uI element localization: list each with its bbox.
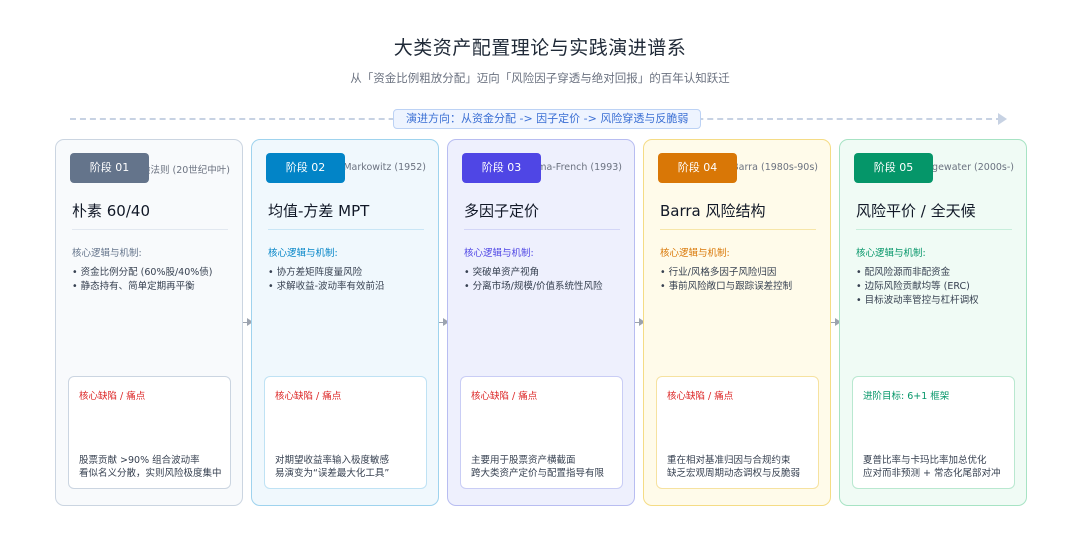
stage-divider — [268, 229, 424, 230]
stage-card: Bridgewater (2000s-) 阶段 05 风险平价 / 全天候 核心逻辑与… — [839, 139, 1027, 506]
stage-badge: 阶段 02 — [266, 153, 345, 183]
pain-point-line: 股票贡献 >90% 组合波动率 — [79, 455, 200, 466]
pain-point-line: 夏普比率与卡玛比率加总优化 — [863, 455, 987, 466]
page-subtitle: 从「资金比例粗放分配」迈向「风险因子穿透与绝对回报」的百年认知跃迁 — [350, 71, 730, 85]
stage-badge: 阶段 05 — [854, 153, 933, 183]
mechanism-item: • 静态持有、简单定期再平衡 — [72, 281, 195, 292]
mechanism-list: • 配风险源而非配资金 • 边际风险贡献均等 (ERC) • 目标波动率管控与杠杆调… — [856, 266, 979, 308]
mechanism-list: • 行业/风格多因子风险归因 • 事前风险敞口与跟踪误差控制 — [660, 266, 792, 294]
pain-point-label: 核心缺陷 / 痛点 — [275, 391, 342, 402]
mechanism-item: • 突破单资产视角 — [464, 267, 540, 278]
mechanism-item: • 求解收益-波动率有效前沿 — [268, 281, 385, 292]
pain-point-line: 缺乏宏观周期动态调权与反脆弱 — [667, 468, 801, 479]
mechanism-list: • 资金比例分配 (60%股/40%债) • 静态持有、简单定期再平衡 — [72, 266, 213, 294]
stage-card: MSCI Barra (1980s-90s) 阶段 04 Barra 风险结构 核心逻… — [643, 139, 831, 506]
pain-point-line: 对期望收益率输入极度敏感 — [275, 455, 390, 466]
mechanism-item: • 行业/风格多因子风险归因 — [660, 267, 777, 278]
pain-point-line: 易演变为“误差最大化工具” — [275, 468, 390, 479]
mechanism-item: • 事前风险敞口与跟踪误差控制 — [660, 281, 793, 292]
mechanism-item: • 目标波动率管控与杠杆调权 — [856, 295, 979, 306]
flow-direction-label: 演进方向：从资金分配 -> 因子定价 -> 风险穿透与反脆弱 — [393, 109, 702, 129]
mechanism-item: • 配风险源而非配资金 — [856, 267, 951, 278]
pain-point-text: 主要用于股票资产横截面跨大类资产定价与配置指导有限 — [471, 454, 604, 480]
mechanism-item: • 资金比例分配 (60%股/40%债) — [72, 267, 213, 278]
pain-point-text: 夏普比率与卡玛比率加总优化应对而非预测 + 常态化尾部对冲 — [863, 454, 1001, 480]
pain-point-box: 核心缺陷 / 痛点对期望收益率输入极度敏感 易演变为“误差最大化工具” — [264, 376, 427, 489]
pain-point-box: 核心缺陷 / 痛点主要用于股票资产横截面跨大类资产定价与配置指导有限 — [460, 376, 623, 489]
stage-title: 朴素 60/40 — [72, 202, 150, 220]
pain-point-text: 对期望收益率输入极度敏感 易演变为“误差最大化工具” — [275, 454, 389, 480]
mechanism-list: • 突破单资产视角 • 分离市场/规模/价值系统性风险 — [464, 266, 603, 294]
mechanism-label: 核心逻辑与机制: — [660, 248, 730, 259]
pain-point-label: 核心缺陷 / 痛点 — [79, 391, 146, 402]
stage-divider — [660, 229, 816, 230]
pain-point-line: 应对而非预测 + 常态化尾部对冲 — [863, 468, 1001, 479]
stage-period: Fama-French (1993) — [526, 162, 622, 173]
stage-title: 均值-方差 MPT — [268, 202, 370, 220]
pain-point-line: 看似名义分散，实则风险极度集中 — [79, 468, 222, 479]
mechanism-label: 核心逻辑与机制: — [856, 248, 926, 259]
pain-point-line: 重在相对基准归因与合规约束 — [667, 455, 791, 466]
stage-title: 风险平价 / 全天候 — [856, 202, 976, 220]
stage-badge: 阶段 03 — [462, 153, 541, 183]
mechanism-list: • 协方差矩阵度量风险 • 求解收益-波动率有效前沿 — [268, 266, 385, 294]
stage-divider — [464, 229, 620, 230]
stage-badge: 阶段 01 — [70, 153, 149, 183]
stage-period: Markowitz (1952) — [343, 162, 426, 173]
page-title: 大类资产配置理论与实践演进谱系 — [393, 37, 687, 59]
stage-card: Fama-French (1993) 阶段 03 多因子定价核心逻辑与机制: • 突破… — [447, 139, 635, 506]
stage-card: 经验法则 (20世纪中叶) 阶段 01 朴素 60/40 核心逻辑与机制: • 资金比例… — [55, 139, 243, 506]
pain-point-box: 核心缺陷 / 痛点重在相对基准归因与合规约束 缺乏宏观周期动态调权与反脆弱 — [656, 376, 819, 489]
stage-card: Markowitz (1952) 阶段 02 均值-方差 MPT 核心逻辑与机制: • … — [251, 139, 439, 506]
pain-point-label: 核心缺陷 / 痛点 — [667, 391, 734, 402]
stage-badge: 阶段 04 — [658, 153, 737, 183]
mechanism-item: • 边际风险贡献均等 (ERC) — [856, 281, 970, 292]
mechanism-item: • 分离市场/规模/价值系统性风险 — [464, 281, 603, 292]
flow-arrow-icon — [998, 113, 1007, 125]
mechanism-label: 核心逻辑与机制: — [464, 248, 534, 259]
pain-point-line: 跨大类资产定价与配置指导有限 — [471, 468, 605, 479]
stage-title: Barra 风险结构 — [660, 202, 766, 220]
pain-point-label: 进阶目标: 6+1 框架 — [863, 391, 950, 402]
pain-point-label: 核心缺陷 / 痛点 — [471, 391, 538, 402]
stage-divider — [856, 229, 1012, 230]
pain-point-text: 股票贡献 >90% 组合波动率看似名义分散，实则风险极度集中 — [79, 454, 222, 480]
stage-title: 多因子定价 — [464, 202, 540, 220]
mechanism-label: 核心逻辑与机制: — [72, 248, 142, 259]
pain-point-text: 重在相对基准归因与合规约束 缺乏宏观周期动态调权与反脆弱 — [667, 454, 800, 480]
pain-point-line: 主要用于股票资产横截面 — [471, 455, 576, 466]
mechanism-item: • 协方差矩阵度量风险 — [268, 267, 363, 278]
stage-divider — [72, 229, 228, 230]
pain-point-box: 核心缺陷 / 痛点股票贡献 >90% 组合波动率看似名义分散，实则风险极度集中 — [68, 376, 231, 489]
pain-point-box: 进阶目标: 6+1 框架夏普比率与卡玛比率加总优化应对而非预测 + 常态化尾部对… — [852, 376, 1015, 489]
mechanism-label: 核心逻辑与机制: — [268, 248, 338, 259]
